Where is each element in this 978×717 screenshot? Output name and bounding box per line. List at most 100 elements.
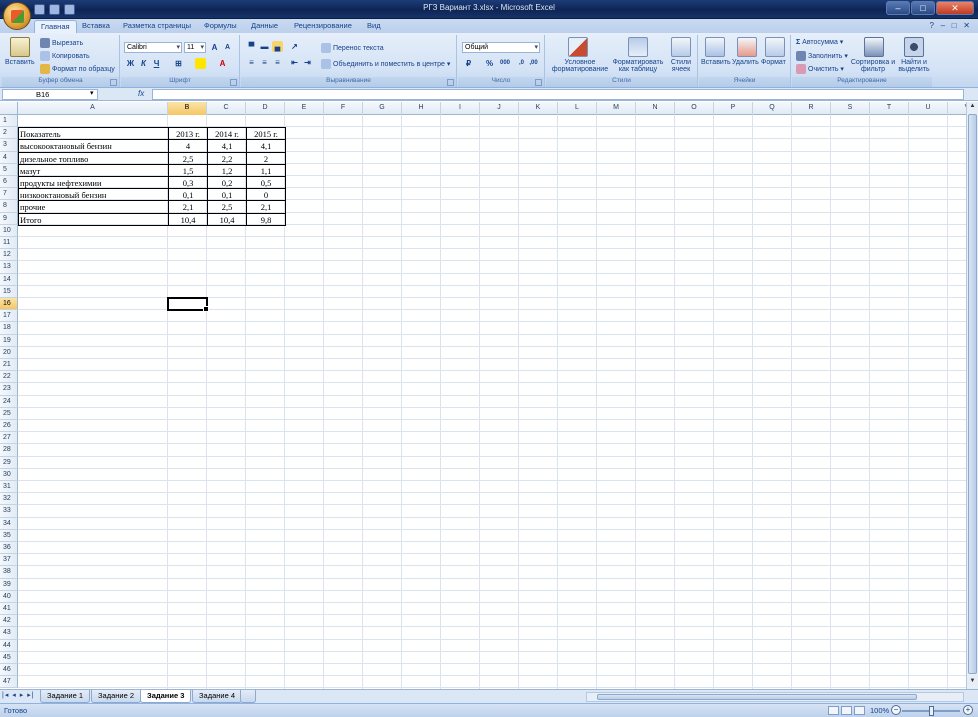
row-header[interactable]: 18 (0, 322, 18, 335)
cell-styles-button[interactable]: Стили ячеек (665, 59, 697, 73)
column-header[interactable]: N (636, 102, 675, 115)
table-cell[interactable]: 0,1 (207, 188, 247, 202)
worksheet-grid[interactable]: ABCDEFGHIJKLMNOPQRSTUV 12345678910111213… (0, 102, 966, 689)
help-icon[interactable]: ? (930, 21, 934, 30)
clipboard-launcher-icon[interactable] (110, 79, 117, 86)
row-header[interactable]: 7 (0, 188, 18, 201)
column-header[interactable]: P (714, 102, 753, 115)
row-header[interactable]: 20 (0, 346, 18, 359)
row-header[interactable]: 14 (0, 273, 18, 286)
workbook-minimize-icon[interactable]: – (941, 21, 945, 30)
close-button[interactable]: ✕ (936, 1, 974, 15)
table-cell[interactable]: низкооктановый бензин (18, 188, 169, 202)
table-header-cell[interactable]: 2014 г. (207, 127, 247, 141)
table-cell[interactable]: 0 (246, 188, 286, 202)
column-header[interactable]: D (246, 102, 285, 115)
row-header[interactable]: 24 (0, 395, 18, 408)
vertical-scroll-thumb[interactable] (968, 114, 977, 674)
align-bottom-icon[interactable]: ▄ (272, 41, 283, 52)
number-launcher-icon[interactable] (535, 79, 542, 86)
select-all-corner[interactable] (0, 102, 18, 115)
row-header[interactable]: 22 (0, 371, 18, 384)
row-header[interactable]: 36 (0, 542, 18, 555)
row-header[interactable]: 15 (0, 285, 18, 298)
row-header[interactable]: 9 (0, 212, 18, 225)
maximize-button[interactable]: □ (911, 1, 935, 15)
row-header[interactable]: 13 (0, 261, 18, 274)
column-header[interactable]: O (675, 102, 714, 115)
row-header[interactable]: 31 (0, 481, 18, 494)
scroll-down-icon[interactable]: ▼ (968, 678, 977, 688)
table-cell[interactable]: 1,2 (207, 163, 247, 177)
align-right-icon[interactable]: ≡ (272, 57, 283, 68)
tab-data[interactable]: Данные (245, 20, 284, 33)
table-cell[interactable]: 4,1 (207, 139, 247, 153)
row-header[interactable]: 25 (0, 407, 18, 420)
percent-button[interactable]: % (484, 58, 495, 69)
row-header[interactable]: 29 (0, 456, 18, 469)
tab-formulas[interactable]: Формулы (198, 20, 243, 33)
sheet-tab-1[interactable]: Задание 1 (40, 690, 91, 703)
row-header[interactable]: 45 (0, 651, 18, 664)
wrap-text-button[interactable]: Перенос текста (321, 43, 384, 53)
row-header[interactable]: 26 (0, 420, 18, 433)
column-header[interactable]: J (480, 102, 519, 115)
insert-cells-button[interactable]: Вставить (701, 59, 731, 66)
row-header[interactable]: 39 (0, 578, 18, 591)
table-cell[interactable]: мазут (18, 163, 169, 177)
table-header-cell[interactable]: 2015 г. (246, 127, 286, 141)
row-header[interactable]: 28 (0, 444, 18, 457)
column-header[interactable]: K (519, 102, 558, 115)
row-header[interactable]: 30 (0, 468, 18, 481)
office-button[interactable] (3, 2, 31, 30)
row-header[interactable]: 40 (0, 590, 18, 603)
cut-button[interactable]: Вырезать (40, 38, 83, 48)
font-name-select[interactable]: Calibri (124, 42, 182, 53)
column-header[interactable]: Q (753, 102, 792, 115)
row-header[interactable]: 1 (0, 115, 18, 128)
cells-area[interactable]: Показатель 2013 г. 2014 г. 2015 г. высокоокт… (18, 115, 966, 689)
row-header[interactable]: 8 (0, 200, 18, 213)
table-cell[interactable]: 0,1 (168, 188, 208, 202)
table-cell[interactable]: 1,1 (246, 163, 286, 177)
format-as-table-button[interactable]: Форматировать как таблицу (610, 59, 666, 73)
column-header[interactable]: F (324, 102, 363, 115)
table-header-cell[interactable]: 2013 г. (168, 127, 208, 141)
number-format-select[interactable]: Общий (462, 42, 540, 53)
insert-function-button[interactable]: fx (138, 89, 144, 98)
workbook-restore-icon[interactable]: □ (952, 21, 957, 30)
grow-font-button[interactable]: A (209, 42, 220, 53)
row-header[interactable]: 21 (0, 359, 18, 372)
table-cell[interactable]: 4 (168, 139, 208, 153)
table-header-cell[interactable]: Показатель (18, 127, 169, 141)
column-header[interactable]: R (792, 102, 831, 115)
row-header[interactable]: 11 (0, 237, 18, 250)
table-cell[interactable]: 4,1 (246, 139, 286, 153)
delete-cells-button[interactable]: Удалить (732, 59, 759, 66)
table-cell[interactable]: 2 (246, 151, 286, 165)
align-middle-icon[interactable]: ▬ (259, 41, 270, 52)
table-cell[interactable]: 2,5 (168, 151, 208, 165)
zoom-in-icon[interactable]: + (963, 705, 973, 715)
tab-home[interactable]: Главная (34, 20, 77, 33)
row-header[interactable]: 19 (0, 334, 18, 347)
table-cell[interactable]: Итого (18, 212, 169, 226)
table-cell[interactable]: 1,5 (168, 163, 208, 177)
bold-button[interactable]: Ж (125, 58, 136, 69)
column-header[interactable]: C (207, 102, 246, 115)
row-header[interactable]: 3 (0, 139, 18, 152)
active-cell-cursor[interactable] (167, 297, 209, 313)
workbook-close-icon[interactable]: ✕ (963, 21, 970, 30)
horizontal-scroll-thumb[interactable] (597, 694, 917, 700)
column-header[interactable]: A (18, 102, 168, 115)
autosum-button[interactable]: Σ Автосумма ▾ (796, 38, 843, 46)
row-header[interactable]: 47 (0, 676, 18, 689)
decrease-indent-icon[interactable]: ⇤ (289, 57, 300, 68)
sheet-nav-arrows-icon[interactable]: |◂ ◂ ▸ ▸| (2, 691, 35, 699)
horizontal-scrollbar[interactable] (586, 692, 964, 702)
row-header[interactable]: 32 (0, 493, 18, 506)
minimize-button[interactable]: – (886, 1, 910, 15)
clear-button[interactable]: Очистить ▾ (796, 64, 844, 74)
format-cells-button[interactable]: Формат (761, 59, 786, 66)
insert-sheet-icon[interactable] (240, 690, 256, 703)
